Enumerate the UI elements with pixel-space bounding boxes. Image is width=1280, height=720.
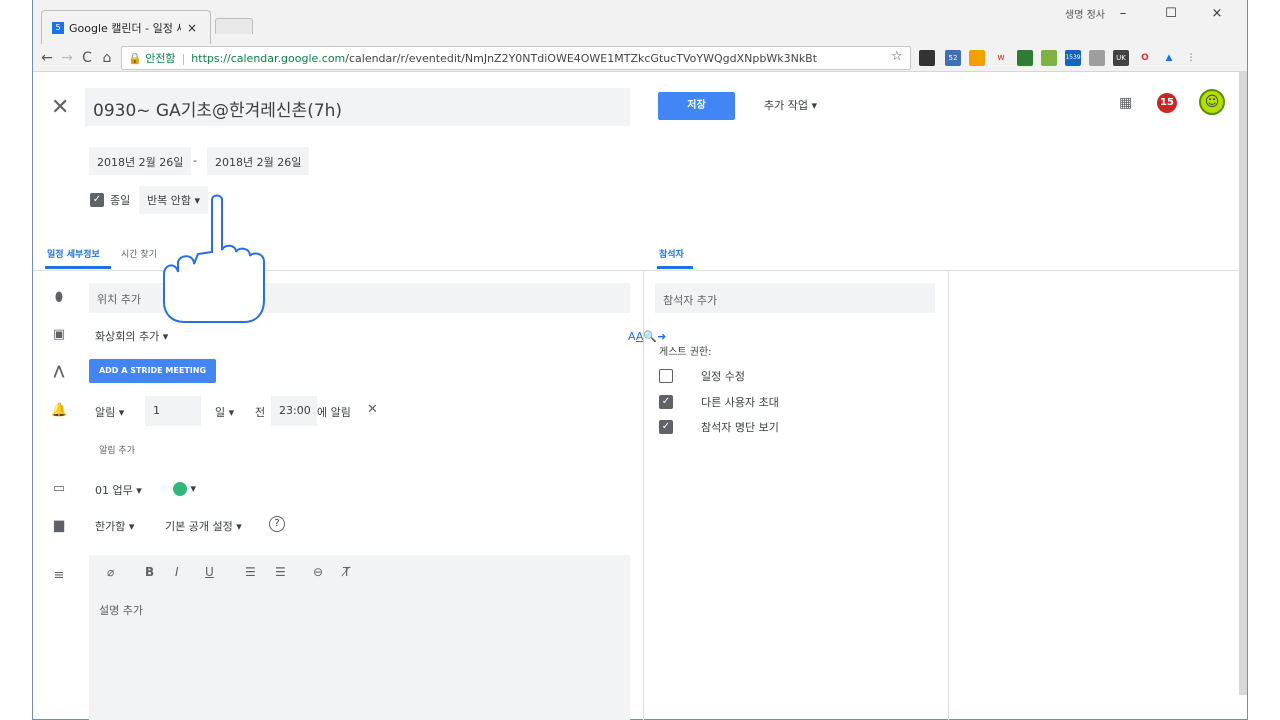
secure-label[interactable]: 🔒 안전함 bbox=[128, 50, 176, 66]
hand-pointer-icon bbox=[163, 194, 265, 323]
tab-guests[interactable]: 참석자 bbox=[659, 247, 684, 260]
stride-meeting-button[interactable]: ADD A STRIDE MEETING bbox=[89, 359, 216, 383]
add-notification-link[interactable]: 알림 추가 bbox=[99, 443, 135, 456]
notification-suffix-label: 에 알림 bbox=[317, 406, 351, 419]
close-window-button[interactable]: × bbox=[1201, 3, 1233, 25]
calendar-dropdown[interactable]: 01 업무 ▾ bbox=[89, 474, 148, 504]
extension-icon-3[interactable] bbox=[969, 50, 985, 66]
allday-label: 종일 bbox=[110, 194, 131, 207]
forward-icon[interactable]: → bbox=[57, 50, 77, 66]
tab-event-details[interactable]: 일정 세부정보 bbox=[47, 247, 100, 260]
apps-grid-icon[interactable]: ▦ bbox=[1119, 95, 1132, 111]
window-user-label[interactable]: 생명 정사 bbox=[1065, 6, 1105, 21]
description-icon: ≡ bbox=[53, 568, 65, 583]
tab-indicator bbox=[45, 266, 111, 269]
guests-tab-indicator bbox=[657, 266, 693, 269]
more-actions-dropdown[interactable]: 추가 작업 ▾ bbox=[748, 92, 833, 120]
extension-icon-10[interactable]: ▲ bbox=[1161, 50, 1177, 66]
underline-icon[interactable]: U bbox=[205, 565, 214, 579]
notification-time-input[interactable]: 23:00 bbox=[271, 396, 317, 426]
tab-find-time[interactable]: 시간 찾기 bbox=[121, 247, 157, 260]
availability-dropdown[interactable]: 한가함 ▾ bbox=[89, 510, 140, 540]
browser-tab[interactable]: 5 Google 캘린더 - 일정 세 × bbox=[41, 10, 211, 44]
end-date-field[interactable]: 2018년 2월 26일 bbox=[207, 147, 310, 175]
ordered-list-icon[interactable]: ☰ bbox=[245, 565, 256, 579]
calendar-favicon-icon: 5 bbox=[52, 21, 64, 34]
attach-icon[interactable]: ⌀ bbox=[107, 565, 114, 579]
calendar-icon: ▭ bbox=[52, 481, 66, 496]
avatar[interactable]: ☺ bbox=[1199, 89, 1225, 115]
notification-unit-dropdown[interactable]: 일 ▾ bbox=[209, 396, 240, 426]
remove-notification-icon[interactable]: ✕ bbox=[367, 402, 378, 417]
column-divider-right bbox=[948, 270, 949, 720]
extension-icon-8[interactable] bbox=[1089, 50, 1105, 66]
video-icon: ▣ bbox=[52, 327, 66, 342]
scrollbar[interactable] bbox=[1239, 72, 1247, 695]
minimize-button[interactable]: – bbox=[1107, 3, 1139, 25]
add-guest-input[interactable]: 참석자 추가 bbox=[655, 283, 935, 313]
start-date-field[interactable]: 2018년 2월 26일 bbox=[89, 147, 192, 175]
description-placeholder: 설명 추가 bbox=[99, 604, 143, 617]
briefcase-icon: ▆ bbox=[54, 518, 64, 533]
notification-value-input[interactable]: 1 bbox=[145, 396, 201, 426]
notification-type-dropdown[interactable]: 알림 ▾ bbox=[89, 396, 130, 426]
notification-badge[interactable]: 15 bbox=[1157, 93, 1177, 113]
permission-checkbox-see-list[interactable]: ✓ bbox=[659, 420, 673, 434]
event-color-swatch bbox=[173, 482, 187, 496]
date-separator: - bbox=[193, 154, 197, 167]
extension-icon-2[interactable]: 52 bbox=[945, 50, 961, 66]
url-host: https://calendar.google.com bbox=[191, 51, 346, 65]
menu-dots-icon[interactable]: ⋮ bbox=[1183, 50, 1199, 66]
browser-toolbar: ← → C ⌂ 🔒 안전함 | https://calendar.google.… bbox=[33, 44, 1247, 72]
visibility-dropdown[interactable]: 기본 공개 설정 ▾ bbox=[159, 510, 248, 540]
translate-icons[interactable]: AA🔍➜ bbox=[628, 330, 666, 343]
bullet-list-icon[interactable]: ☰ bbox=[275, 565, 286, 579]
allday-checkbox[interactable]: ✓ bbox=[90, 193, 104, 207]
extension-icon-9[interactable]: UK bbox=[1113, 50, 1129, 66]
save-button[interactable]: 저장 bbox=[658, 92, 735, 120]
address-separator: | bbox=[181, 51, 186, 65]
title-bar: 5 Google 캘린더 - 일정 세 × 생명 정사 – ☐ × bbox=[33, 0, 1247, 44]
permission-label-see-list: 참석자 명단 보기 bbox=[701, 421, 779, 434]
url-path: /calendar/r/eventedit/NmJnZ2Y0NTdiOWE4OW… bbox=[345, 51, 818, 65]
maximize-button[interactable]: ☐ bbox=[1155, 3, 1187, 25]
extension-icon-4[interactable]: w bbox=[993, 50, 1009, 66]
bookmark-star-icon[interactable]: ☆ bbox=[891, 49, 903, 64]
location-pin-icon: ⬮ bbox=[54, 290, 64, 305]
tab-title: Google 캘린더 - 일정 세 bbox=[69, 21, 181, 35]
close-event-icon[interactable]: ✕ bbox=[51, 95, 69, 120]
color-dropdown[interactable]: ▾ bbox=[167, 474, 202, 504]
extension-icon-1[interactable] bbox=[919, 50, 935, 66]
browser-window: 5 Google 캘린더 - 일정 세 × 생명 정사 – ☐ × ← → C … bbox=[32, 0, 1248, 720]
permission-label-edit: 일정 수정 bbox=[701, 370, 745, 383]
link-icon[interactable]: ⊖ bbox=[313, 565, 323, 579]
reload-icon[interactable]: C bbox=[77, 50, 97, 66]
notification-before-label: 전 bbox=[255, 406, 266, 419]
description-area[interactable] bbox=[89, 555, 630, 720]
extension-icon-6[interactable] bbox=[1041, 50, 1057, 66]
permission-checkbox-invite[interactable]: ✓ bbox=[659, 395, 673, 409]
bold-icon[interactable]: B bbox=[145, 565, 154, 579]
permission-checkbox-edit[interactable] bbox=[659, 369, 673, 383]
new-tab-button[interactable] bbox=[215, 18, 253, 34]
extension-icon-5[interactable] bbox=[1017, 50, 1033, 66]
color-caret-icon: ▾ bbox=[190, 482, 197, 495]
opera-icon[interactable]: O bbox=[1137, 50, 1153, 66]
back-icon[interactable]: ← bbox=[37, 50, 57, 66]
tab-close-icon[interactable]: × bbox=[187, 21, 197, 35]
italic-icon[interactable]: I bbox=[175, 565, 179, 579]
clear-format-icon[interactable]: T̸ bbox=[343, 565, 350, 579]
bell-icon: 🔔 bbox=[51, 403, 68, 418]
home-icon[interactable]: ⌂ bbox=[97, 50, 117, 66]
stride-icon: ⋀ bbox=[53, 364, 65, 379]
guest-permissions-label: 게스트 권한: bbox=[659, 347, 712, 358]
permission-label-invite: 다른 사용자 초대 bbox=[701, 396, 779, 409]
extension-icon-7[interactable]: 1539 bbox=[1065, 50, 1081, 66]
help-icon[interactable]: ? bbox=[269, 516, 285, 532]
address-bar[interactable]: 🔒 안전함 | https://calendar.google.com/cale… bbox=[121, 46, 911, 70]
event-title-input[interactable]: 0930~ GA기초@한겨레신촌(7h) bbox=[85, 88, 630, 126]
